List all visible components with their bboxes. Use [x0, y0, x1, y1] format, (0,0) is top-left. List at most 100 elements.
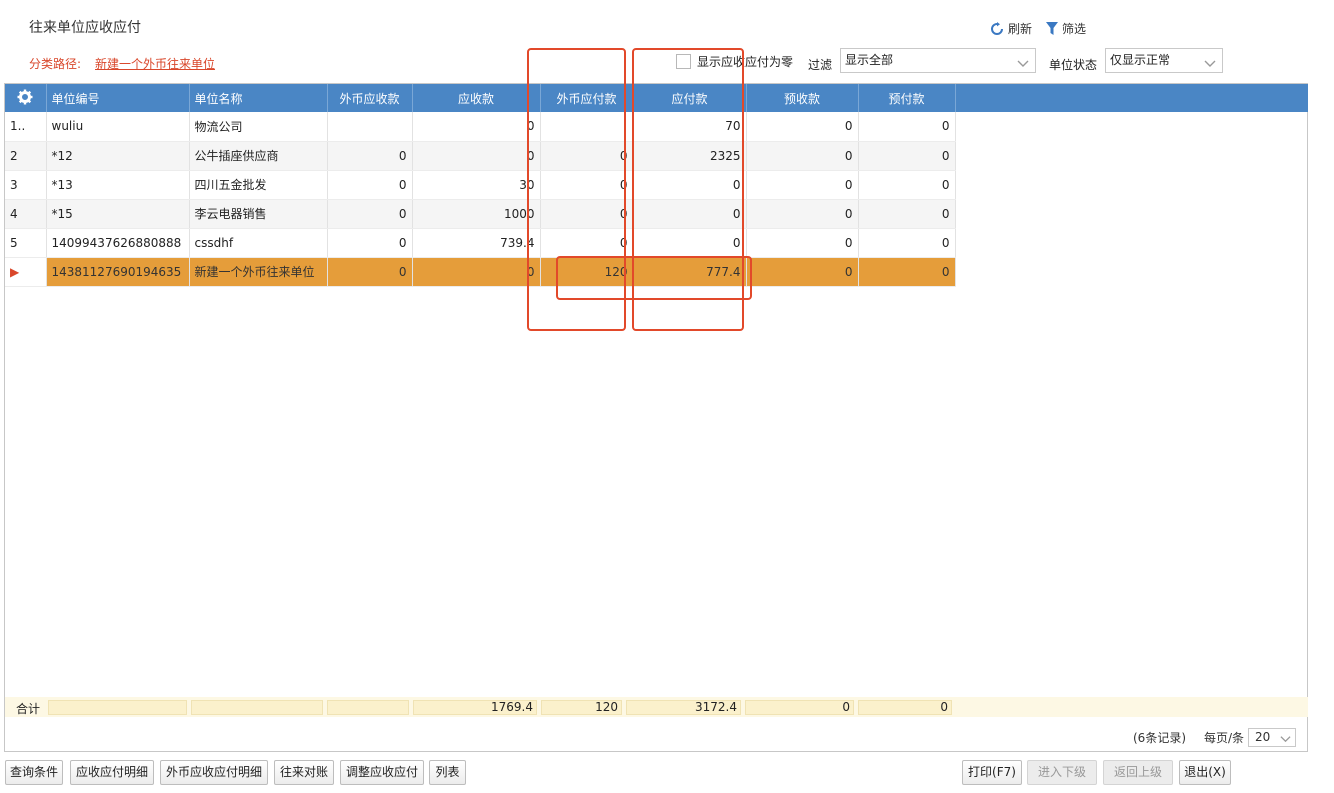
column-header[interactable]: 预收款 [746, 84, 859, 112]
per-page-select[interactable]: 20 [1248, 728, 1297, 749]
table-row[interactable]: 5 14099437626880888 cssdhf 0 739.4 0 0 0… [5, 228, 956, 258]
back-up-level-button[interactable]: 返回上级 [1103, 760, 1173, 785]
column-header[interactable]: 应付款 [633, 84, 747, 112]
cell-prepaid: 0 [858, 170, 956, 200]
cell-pre-received: 0 [746, 141, 859, 171]
reconcile-button[interactable]: 往来对账 [274, 760, 334, 785]
cell-name: 新建一个外币往来单位 [189, 257, 328, 287]
page-title: 往来单位应收应付 [29, 20, 141, 36]
refresh-icon [990, 21, 1004, 36]
cell-code: *13 [46, 170, 190, 200]
cell-fx-receivable: 0 [327, 199, 413, 229]
column-header[interactable]: 预付款 [858, 84, 956, 112]
exit-button[interactable]: 退出(X) [1179, 760, 1231, 785]
table-row[interactable]: 2 *12 公牛插座供应商 0 0 0 2325 0 0 [5, 141, 956, 171]
cell-fx-payable: 0 [540, 228, 634, 258]
cell-pre-received: 0 [746, 257, 859, 287]
row-number: 3 [5, 170, 47, 200]
column-header[interactable]: 单位名称 [189, 84, 328, 112]
cell-code: 14099437626880888 [46, 228, 190, 258]
cell-pre-received: 0 [746, 228, 859, 258]
cell-payable: 2325 [633, 141, 747, 171]
cell-pre-received: 0 [746, 170, 859, 200]
total-prepaid: 0 [858, 700, 952, 715]
row-number: 2 [5, 141, 47, 171]
chevron-down-icon [1017, 54, 1029, 77]
row-number: 5 [5, 228, 47, 258]
status-select[interactable]: 仅显示正常 [1105, 48, 1223, 73]
refresh-button[interactable]: 刷新 [990, 20, 1032, 37]
total-fx-payable: 120 [541, 700, 622, 715]
column-settings-button[interactable] [5, 84, 47, 112]
cell-code: *15 [46, 199, 190, 229]
show-zero-label: 显示应收应付为零 [697, 55, 794, 69]
cell-fx-receivable: 0 [327, 141, 413, 171]
cell-prepaid: 0 [858, 199, 956, 229]
adjust-ar-ap-button[interactable]: 调整应收应付 [340, 760, 424, 785]
column-header[interactable]: 应收款 [412, 84, 541, 112]
print-button[interactable]: 打印(F7) [962, 760, 1022, 785]
cell-name: 李云电器销售 [189, 199, 328, 229]
cell-payable: 70 [633, 112, 747, 142]
cell-name: cssdhf [189, 228, 328, 258]
cell-name: 物流公司 [189, 112, 328, 142]
filter-label: 筛选 [1062, 22, 1087, 36]
totals-label: 合计 [16, 702, 41, 716]
cell-fx-payable: 0 [540, 170, 634, 200]
row-pointer-icon: ▶ [5, 257, 47, 287]
cell-name: 四川五金批发 [189, 170, 328, 200]
cell-fx-receivable: 0 [327, 228, 413, 258]
status-select-value: 仅显示正常 [1110, 53, 1171, 67]
cell-receivable: 0 [412, 112, 541, 142]
total-receivable: 1769.4 [413, 700, 537, 715]
grid-header-row: 单位编号 单位名称 外币应收款 应收款 外币应付款 应付款 预收款 预付款 [5, 84, 956, 112]
grid-header-fill [955, 84, 1308, 112]
table-row-selected[interactable]: ▶ 14381127690194635 新建一个外币往来单位 0 0 120 7… [5, 257, 956, 287]
filter-select[interactable]: 显示全部 [840, 48, 1036, 73]
per-page-label: 每页/条 [1204, 731, 1245, 745]
chevron-down-icon [1280, 732, 1291, 749]
cell-fx-payable: 0 [540, 141, 634, 171]
cell-fx-payable [540, 112, 634, 142]
cell-receivable: 0 [412, 257, 541, 287]
filter-button[interactable]: 筛选 [1046, 20, 1086, 37]
filter-select-value: 显示全部 [845, 53, 894, 67]
column-header[interactable]: 单位编号 [46, 84, 190, 112]
show-zero-checkbox[interactable] [676, 54, 691, 69]
cell-payable: 0 [633, 170, 747, 200]
column-header[interactable]: 外币应付款 [540, 84, 634, 112]
cell-name: 公牛插座供应商 [189, 141, 328, 171]
cell-prepaid: 0 [858, 257, 956, 287]
table-row[interactable]: 1.. wuliu 物流公司 0 70 0 0 [5, 112, 956, 142]
category-path-link[interactable]: 新建一个外币往来单位 [95, 55, 215, 72]
cell-pre-received: 0 [746, 199, 859, 229]
cell-receivable: 0 [412, 141, 541, 171]
gear-icon [17, 89, 33, 108]
table-row[interactable]: 3 *13 四川五金批发 0 30 0 0 0 0 [5, 170, 956, 200]
enter-sublevel-button[interactable]: 进入下级 [1027, 760, 1097, 785]
table-row[interactable]: 4 *15 李云电器销售 0 1000 0 0 0 0 [5, 199, 956, 229]
cell-fx-receivable [327, 112, 413, 142]
cell-receivable: 1000 [412, 199, 541, 229]
cell-code: *12 [46, 141, 190, 171]
show-zero-option[interactable]: 显示应收应付为零 [676, 53, 793, 70]
cell-receivable: 739.4 [412, 228, 541, 258]
list-button[interactable]: 列表 [429, 760, 466, 785]
query-conditions-button[interactable]: 查询条件 [5, 760, 63, 785]
cell-code: 14381127690194635 [46, 257, 190, 287]
cell-prepaid: 0 [858, 112, 956, 142]
cell-payable: 0 [633, 199, 747, 229]
record-count: (6条记录) [1133, 731, 1186, 745]
row-number: 1.. [5, 112, 47, 142]
cell-receivable: 30 [412, 170, 541, 200]
fx-ar-ap-detail-button[interactable]: 外币应收应付明细 [160, 760, 268, 785]
ar-ap-detail-button[interactable]: 应收应付明细 [70, 760, 154, 785]
total-pre-received: 0 [745, 700, 854, 715]
column-header[interactable]: 外币应收款 [327, 84, 413, 112]
cell-prepaid: 0 [858, 228, 956, 258]
cell-prepaid: 0 [858, 141, 956, 171]
ar-ap-window: 往来单位应收应付 刷新 筛选 分类路径: 新建一个外币往来单位 显示应收应付为零… [0, 0, 1334, 793]
cell-fx-payable: 120 [540, 257, 634, 287]
pager: (6条记录) 每页/条 20 [1133, 728, 1297, 749]
totals-row: 合计 1769.4 120 3172.4 0 0 [5, 697, 1308, 717]
